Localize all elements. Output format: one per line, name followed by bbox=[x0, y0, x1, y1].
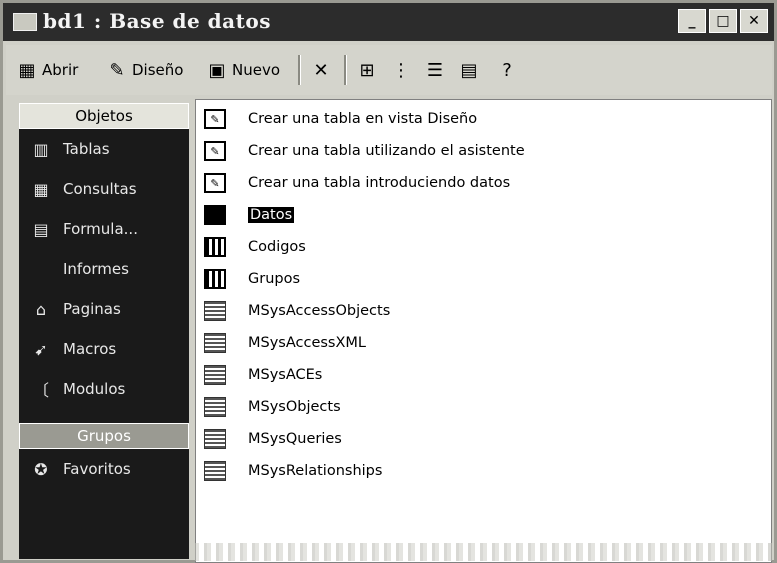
objects-bar: Objetos ▥ Tablas ▦ Consultas ▤ Formula..… bbox=[19, 103, 189, 559]
sidebar-item-consultas[interactable]: ▦ Consultas bbox=[19, 169, 189, 209]
sidebar-item-modulos[interactable]: 〔 Modulos bbox=[19, 369, 189, 409]
list-view-icon: ☰ bbox=[426, 59, 444, 81]
toolbar-separator bbox=[344, 55, 347, 85]
sidebar-item-label: Paginas bbox=[63, 300, 121, 318]
sidebar-item-label: Favoritos bbox=[63, 460, 131, 478]
window-controls: _ □ ✕ bbox=[678, 9, 768, 33]
list-item[interactable]: Codigos bbox=[204, 232, 306, 262]
database-icon bbox=[13, 13, 37, 31]
details-view-button[interactable]: ▤ bbox=[458, 57, 480, 83]
design-label: Diseño bbox=[132, 61, 184, 79]
list-item-label: Crear una tabla en vista Diseño bbox=[248, 111, 478, 127]
list-item-label: Crear una tabla introduciendo datos bbox=[248, 175, 511, 191]
sidebar-item-label: Macros bbox=[63, 340, 117, 358]
help-icon: ? bbox=[502, 59, 512, 81]
toolbar-separator bbox=[298, 55, 301, 85]
close-button[interactable]: ✕ bbox=[740, 9, 768, 33]
small-icons-icon: ⋮ bbox=[392, 59, 410, 81]
toolbar: ▦ Abrir ✎ Diseño ▣ Nuevo ✕ ⊞ ⋮ ☰ ▤ ? bbox=[6, 45, 772, 95]
sidebar-item-label: Consultas bbox=[63, 180, 137, 198]
title-bar[interactable]: bd1 : Base de datos _ □ ✕ bbox=[3, 3, 774, 41]
details-view-icon: ▤ bbox=[460, 59, 478, 81]
new-icon: ▣ bbox=[208, 59, 226, 81]
query-icon: ▦ bbox=[33, 179, 49, 199]
help-button[interactable]: ? bbox=[496, 57, 518, 83]
sidebar-item-paginas[interactable]: ⌂ Paginas bbox=[19, 289, 189, 329]
list-item-selected[interactable]: Datos bbox=[204, 200, 295, 230]
sidebar-item-formularios[interactable]: ▤ Formula... bbox=[19, 209, 189, 249]
sidebar-item-label: Informes bbox=[63, 260, 129, 278]
list-item-label: Datos bbox=[248, 207, 295, 223]
page-icon: ⌂ bbox=[35, 299, 47, 319]
list-item-label: MSysRelationships bbox=[248, 463, 383, 479]
maximize-button[interactable]: □ bbox=[709, 9, 737, 33]
system-table-icon bbox=[204, 333, 226, 353]
table-icon bbox=[204, 237, 226, 257]
wizard-icon: ✎ bbox=[204, 109, 226, 129]
delete-icon: ✕ bbox=[313, 59, 329, 81]
list-item-label: MSysAccessXML bbox=[248, 335, 367, 351]
sidebar-item-favoritos[interactable]: ✪ Favoritos bbox=[19, 449, 189, 489]
bottom-border bbox=[195, 543, 772, 561]
system-table-icon bbox=[204, 301, 226, 321]
list-item[interactable]: MSysQueries bbox=[204, 424, 342, 454]
table-icon bbox=[204, 269, 226, 289]
system-table-icon bbox=[204, 429, 226, 449]
large-icons-button[interactable]: ⊞ bbox=[356, 57, 378, 83]
objects-header[interactable]: Objetos bbox=[19, 103, 189, 129]
minimize-button[interactable]: _ bbox=[678, 9, 706, 33]
macro-icon: ➹ bbox=[34, 339, 48, 359]
sidebar-item-tablas[interactable]: ▥ Tablas bbox=[19, 129, 189, 169]
open-icon: ▦ bbox=[18, 59, 36, 81]
list-item[interactable]: ✎ Crear una tabla utilizando el asistent… bbox=[204, 136, 525, 166]
list-item[interactable]: MSysRelationships bbox=[204, 456, 382, 486]
sidebar-item-label: Tablas bbox=[63, 140, 110, 158]
list-item[interactable]: Grupos bbox=[204, 264, 300, 294]
delete-button[interactable]: ✕ bbox=[310, 57, 332, 83]
design-button[interactable]: ✎ Diseño bbox=[106, 57, 183, 83]
list-item-label: MSysAccessObjects bbox=[248, 303, 391, 319]
design-icon: ✎ bbox=[109, 59, 125, 81]
wizard-icon: ✎ bbox=[204, 141, 226, 161]
window-title: bd1 : Base de datos bbox=[43, 9, 271, 33]
system-table-icon bbox=[204, 365, 226, 385]
favorites-icon: ✪ bbox=[34, 459, 48, 479]
module-icon: 〔 bbox=[32, 381, 49, 400]
list-item[interactable]: MSysAccessObjects bbox=[204, 296, 390, 326]
table-icon bbox=[204, 205, 226, 225]
database-window: bd1 : Base de datos _ □ ✕ ▦ Abrir ✎ Dise… bbox=[0, 0, 777, 563]
list-item[interactable]: ✎ Crear una tabla introduciendo datos bbox=[204, 168, 510, 198]
open-button[interactable]: ▦ Abrir bbox=[16, 57, 78, 83]
small-icons-button[interactable]: ⋮ bbox=[390, 57, 412, 83]
object-list: ✎ Crear una tabla en vista Diseño ✎ Crea… bbox=[195, 99, 772, 563]
system-table-icon bbox=[204, 461, 226, 481]
list-item[interactable]: MSysObjects bbox=[204, 392, 341, 422]
sidebar-item-macros[interactable]: ➹ Macros bbox=[19, 329, 189, 369]
list-item-label: MSysACEs bbox=[248, 367, 323, 383]
new-label: Nuevo bbox=[232, 61, 281, 79]
open-label: Abrir bbox=[42, 61, 79, 79]
list-item[interactable]: MSysACEs bbox=[204, 360, 322, 390]
list-item-label: Codigos bbox=[248, 239, 306, 255]
list-item-label: Crear una tabla utilizando el asistente bbox=[248, 143, 525, 159]
list-view-button[interactable]: ☰ bbox=[424, 57, 446, 83]
sidebar-item-label: Formula... bbox=[63, 220, 138, 238]
new-button[interactable]: ▣ Nuevo bbox=[206, 57, 280, 83]
sidebar-item-label: Modulos bbox=[63, 380, 126, 398]
wizard-icon: ✎ bbox=[204, 173, 226, 193]
list-item-label: Grupos bbox=[248, 271, 301, 287]
sidebar-item-informes[interactable]: Informes bbox=[19, 249, 189, 289]
groups-header[interactable]: Grupos bbox=[19, 423, 189, 449]
large-icons-icon: ⊞ bbox=[359, 59, 375, 81]
system-table-icon bbox=[204, 397, 226, 417]
form-icon: ▤ bbox=[33, 219, 49, 239]
list-item-label: MSysObjects bbox=[248, 399, 341, 415]
list-item[interactable]: MSysAccessXML bbox=[204, 328, 366, 358]
list-item-label: MSysQueries bbox=[248, 431, 342, 447]
table-icon: ▥ bbox=[33, 139, 49, 159]
list-item[interactable]: ✎ Crear una tabla en vista Diseño bbox=[204, 104, 477, 134]
